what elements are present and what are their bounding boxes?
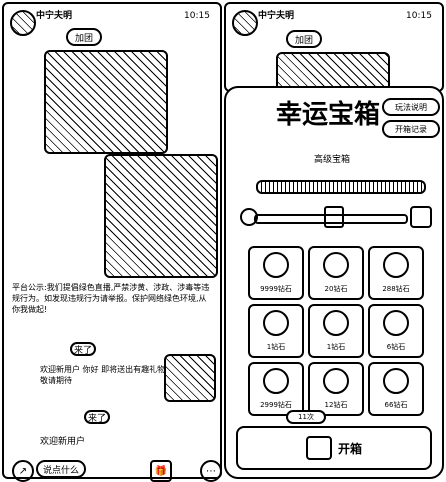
count-badge: 11次: [286, 410, 326, 424]
follow-button[interactable]: 加团: [286, 30, 322, 48]
prize-icon: [263, 252, 289, 278]
streamer-name: 中宁夫明: [36, 11, 73, 21]
chat-bubble: 来了: [70, 342, 96, 356]
prize-grid: 9999钻石 20钻石 288钻石 1钻石 1钻石 6钻石 2999钻石 12钻…: [248, 246, 424, 418]
tab-advanced-box[interactable]: 高级宝箱: [314, 154, 350, 166]
treasure-popup: 幸运宝箱 玩法说明 开箱记录 高级宝箱 9999钻石 20钻石 288钻石 1钻…: [224, 86, 444, 479]
prize-icon: [383, 252, 409, 278]
more-icon[interactable]: ⋯: [200, 460, 222, 482]
left-stream-panel: 中宁夫明 10:15 加团 平台公示:我们提倡绿色直播,严禁涉黄、涉政、涉毒等违…: [2, 2, 222, 482]
prize-label: 20钻石: [324, 285, 348, 293]
gift-icon[interactable]: 🎁: [150, 460, 172, 482]
prize-label: 1钻石: [326, 343, 346, 351]
streamer-avatar[interactable]: [10, 10, 36, 36]
chat-bubble: 来了: [84, 410, 110, 424]
prize-cell[interactable]: 1钻石: [248, 304, 304, 358]
prize-label: 2999钻石: [260, 401, 292, 409]
prize-icon: [323, 368, 349, 394]
progress-bar: [256, 180, 426, 194]
follow-button[interactable]: 加团: [66, 28, 102, 46]
clock: 10:15: [406, 11, 432, 21]
chat-message: 欢迎新用户: [40, 437, 86, 447]
prize-cell[interactable]: 66钻石: [368, 362, 424, 416]
chat-input[interactable]: 说点什么: [36, 460, 86, 478]
prize-icon: [383, 368, 409, 394]
treasure-title: 幸运宝箱: [276, 100, 381, 130]
chest-icon: [305, 436, 332, 460]
prize-icon: [323, 252, 349, 278]
chat-message: 欢迎新用户 你好 即将送出有趣礼物 敬请期待: [40, 365, 166, 385]
records-button[interactable]: 开箱记录: [382, 120, 440, 138]
prize-label: 9999钻石: [260, 285, 292, 293]
prize-label: 288钻石: [382, 285, 410, 293]
prize-cell[interactable]: 1钻石: [308, 304, 364, 358]
open-box-label: 开箱: [337, 441, 362, 456]
right-stream-panel: 中宁夫明 10:15 加团: [224, 2, 444, 92]
stream-video-top: [44, 50, 168, 154]
level-slider[interactable]: [240, 206, 432, 228]
prize-cell[interactable]: 9999钻石: [248, 246, 304, 300]
streamer-name: 中宁夫明: [258, 11, 295, 21]
stream-video-middle: [104, 154, 218, 278]
live-notice: 平台公示:我们提倡绿色直播,严禁涉黄、涉政、涉毒等违规行为。如发现违规行为请举报…: [12, 283, 210, 314]
prize-cell[interactable]: 6钻石: [368, 304, 424, 358]
rules-button[interactable]: 玩法说明: [382, 98, 440, 116]
prize-cell[interactable]: 12钻石: [308, 362, 364, 416]
box-icon: [324, 206, 344, 228]
prize-label: 66钻石: [384, 401, 408, 409]
prize-icon: [323, 310, 349, 336]
clock: 10:15: [184, 11, 210, 21]
prize-icon: [383, 310, 409, 336]
open-box-button[interactable]: 开箱: [236, 426, 432, 470]
share-icon[interactable]: ↗: [12, 460, 34, 482]
streamer-avatar[interactable]: [232, 10, 258, 36]
prize-label: 1钻石: [266, 343, 286, 351]
prize-cell[interactable]: 20钻石: [308, 246, 364, 300]
prize-label: 6钻石: [386, 343, 406, 351]
gift-preview[interactable]: [164, 354, 216, 402]
slider-knob-left[interactable]: [240, 208, 258, 226]
chest-icon: [410, 206, 432, 228]
prize-cell[interactable]: 2999钻石: [248, 362, 304, 416]
prize-icon: [263, 310, 289, 336]
prize-cell[interactable]: 288钻石: [368, 246, 424, 300]
prize-icon: [263, 368, 289, 394]
prize-label: 12钻石: [324, 401, 348, 409]
